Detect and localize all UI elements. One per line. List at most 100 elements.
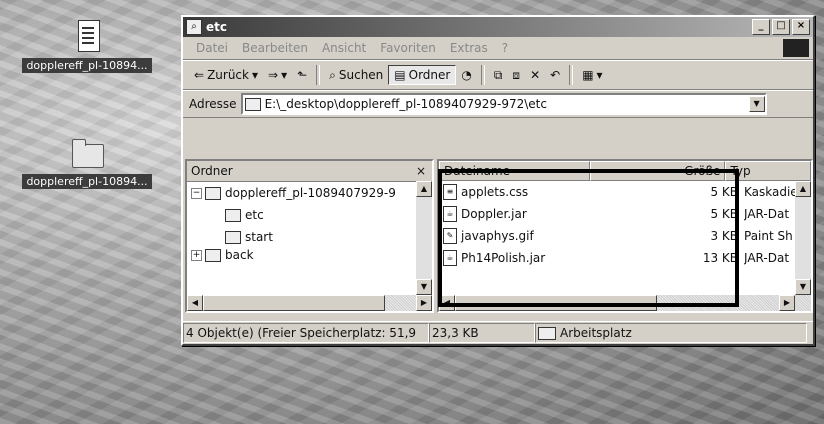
chevron-down-icon: ▾ [281, 68, 288, 82]
collapse-icon[interactable]: − [191, 187, 202, 199]
file-name: Ph14Polish.jar [461, 251, 546, 265]
menu-help[interactable]: ? [495, 41, 515, 55]
scroll-thumb[interactable] [203, 295, 385, 311]
delete-icon: ✕ [530, 68, 541, 82]
undo-icon: ↶ [550, 68, 561, 82]
scroll-thumb[interactable] [455, 295, 657, 311]
menu-bar: Datei Bearbeiten Ansicht Favoriten Extra… [183, 37, 813, 60]
menu-datei[interactable]: Datei [189, 41, 235, 55]
desktop-icon-label: dopplereff_pl-10894... [22, 58, 152, 73]
scroll-down-icon[interactable]: ▼ [795, 279, 811, 295]
views-icon: ▦ [582, 68, 594, 82]
undo-button[interactable]: ↶ [545, 66, 565, 84]
file-row[interactable]: ✎ javaphys.gif 3 KB Paint Sh [439, 225, 811, 247]
open-folder-icon [225, 208, 241, 222]
content-panes: Ordner × − dopplereff_pl-1089407929-9 et… [185, 159, 813, 313]
close-button[interactable]: × [792, 19, 810, 35]
menu-bearbeiten[interactable]: Bearbeiten [235, 41, 315, 55]
file-row[interactable]: ☕ Ph14Polish.jar 13 KB JAR-Dat [439, 247, 811, 269]
scroll-left-icon[interactable]: ◀ [439, 295, 455, 311]
title-bar[interactable]: ⌕ etc _ □ × [183, 17, 813, 37]
tree-header: Ordner × [187, 161, 432, 182]
folder-icon [205, 186, 221, 200]
column-type[interactable]: Typ [725, 161, 811, 181]
scroll-right-icon[interactable]: ▶ [779, 295, 795, 311]
file-row[interactable]: ☕ Doppler.jar 5 KB JAR-Dat [439, 203, 811, 225]
tree-item[interactable]: + back [187, 248, 432, 262]
back-label: Zurück [207, 68, 249, 82]
list-vertical-scrollbar[interactable]: ▲ ▼ [795, 181, 811, 295]
list-horizontal-scrollbar[interactable]: ◀ ▶ [439, 295, 811, 311]
close-pane-icon[interactable]: × [416, 164, 426, 178]
menu-favoriten[interactable]: Favoriten [373, 41, 443, 55]
folders-button[interactable]: ▤ Ordner [388, 65, 457, 85]
file-size: 5 KB [710, 207, 738, 221]
chevron-down-icon: ▾ [596, 68, 603, 82]
explorer-window: ⌕ etc _ □ × Datei Bearbeiten Ansicht Fav… [181, 15, 815, 346]
scroll-up-icon[interactable]: ▲ [795, 181, 811, 197]
desktop-icon-label: dopplereff_pl-10894... [22, 174, 152, 189]
menu-ansicht[interactable]: Ansicht [315, 41, 373, 55]
tree-item-label: dopplereff_pl-1089407929-9 [225, 186, 396, 200]
back-button[interactable]: ⇐ Zurück ▾ [189, 66, 263, 84]
search-button[interactable]: ⌕ Suchen [324, 66, 388, 85]
chevron-down-icon: ▾ [251, 68, 259, 82]
minimize-button[interactable]: _ [752, 19, 770, 35]
toolbar: ⇐ Zurück ▾ ⇒ ▾ ⬑ ⌕ Suchen ▤ Ordner ◔ ⧉ ⧈… [183, 60, 813, 90]
move-to-button[interactable]: ⧉ [489, 66, 508, 85]
back-arrow-icon: ⇐ [194, 68, 205, 82]
column-size[interactable]: Größe [590, 161, 726, 181]
forward-arrow-icon: ⇒ [268, 68, 279, 82]
tree-horizontal-scrollbar[interactable]: ◀ ▶ [187, 295, 432, 311]
image-file-icon: ✎ [443, 228, 457, 244]
copy-to-button[interactable]: ⧈ [507, 66, 525, 85]
desktop-icon-folder[interactable]: dopplereff_pl-10894... [12, 136, 162, 189]
file-name: Doppler.jar [461, 207, 527, 221]
delete-button[interactable]: ✕ [525, 66, 545, 84]
address-label: Adresse [189, 97, 237, 111]
scroll-right-icon[interactable]: ▶ [416, 295, 432, 311]
tree-item[interactable]: − dopplereff_pl-1089407929-9 [187, 182, 432, 204]
file-name: javaphys.gif [461, 229, 534, 243]
folder-tree-pane: Ordner × − dopplereff_pl-1089407929-9 et… [185, 159, 434, 313]
window-icon: ⌕ [186, 19, 202, 35]
computer-icon [538, 326, 556, 340]
file-row[interactable]: ≡ applets.css 5 KB Kaskadie [439, 181, 811, 203]
address-dropdown-icon[interactable]: ▼ [748, 96, 765, 112]
tree-title: Ordner [191, 164, 233, 178]
status-location: Arbeitsplatz [535, 323, 807, 343]
folder-up-icon: ⬑ [297, 68, 308, 82]
tree-item-etc[interactable]: etc [187, 204, 432, 226]
history-button[interactable]: ◔ [456, 66, 476, 84]
tree-item-label: etc [245, 208, 264, 222]
up-button[interactable]: ⬑ [292, 66, 312, 84]
move-to-icon: ⧉ [493, 67, 503, 82]
css-file-icon: ≡ [443, 184, 457, 200]
address-input[interactable]: E:\_desktop\dopplereff_pl-1089407929-972… [240, 93, 767, 115]
folder-icon [205, 248, 221, 262]
scroll-down-icon[interactable]: ▼ [416, 279, 432, 295]
address-bar: Adresse E:\_desktop\dopplereff_pl-108940… [183, 90, 813, 118]
forward-button[interactable]: ⇒ ▾ [263, 66, 292, 84]
maximize-button[interactable]: □ [772, 19, 790, 35]
column-filename[interactable]: Dateiname [439, 161, 591, 181]
menu-extras[interactable]: Extras [443, 41, 495, 55]
tree-vertical-scrollbar[interactable]: ▲ ▼ [416, 181, 432, 295]
scroll-up-icon[interactable]: ▲ [416, 181, 432, 197]
document-icon [70, 20, 104, 54]
folders-label: Ordner [408, 68, 451, 82]
views-button[interactable]: ▦ ▾ [577, 66, 607, 84]
expand-icon[interactable]: + [191, 249, 202, 261]
folder-icon [244, 97, 261, 111]
toolbar-separator [316, 65, 321, 85]
file-name: applets.css [461, 185, 529, 199]
tree-item[interactable]: start [187, 226, 432, 248]
folders-icon: ▤ [394, 68, 406, 82]
scroll-left-icon[interactable]: ◀ [187, 295, 203, 311]
status-size: 23,3 KB [429, 323, 535, 343]
folder-icon [225, 230, 241, 244]
desktop-icon-file[interactable]: dopplereff_pl-10894... [12, 20, 162, 73]
status-objects: 4 Objekt(e) (Freier Speicherplatz: 51,9 [183, 323, 429, 343]
tree-item-label: back [225, 248, 254, 262]
status-bar: 4 Objekt(e) (Freier Speicherplatz: 51,9 … [183, 321, 813, 344]
